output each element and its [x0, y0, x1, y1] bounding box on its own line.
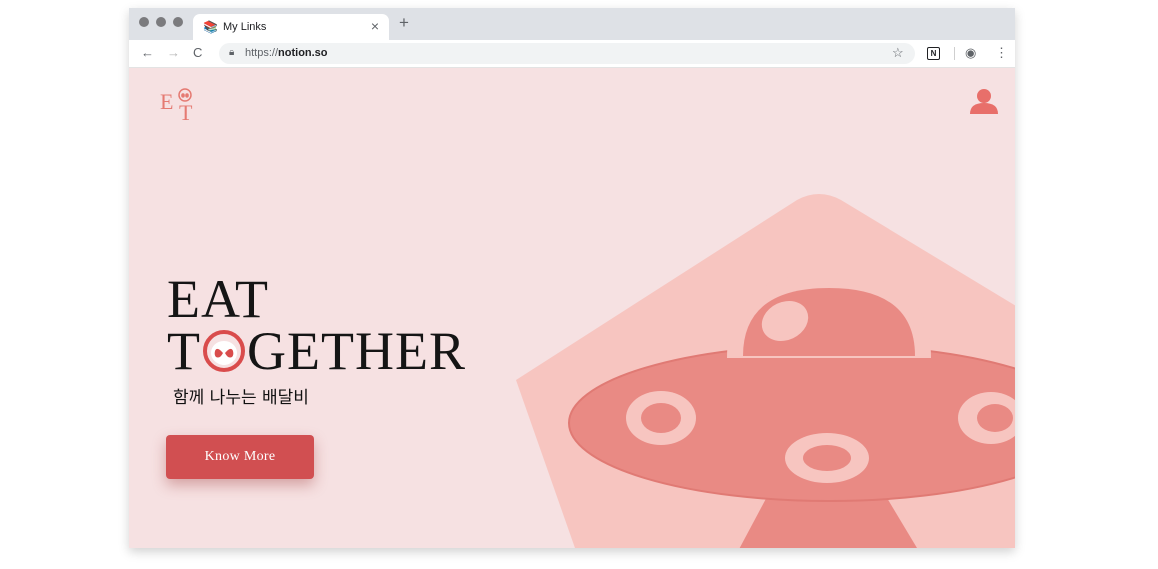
browser-toolbar: ← → C 🔒︎ https://notion.so ☆ N ◉ ⋮: [129, 40, 1015, 68]
toolbar-divider: [954, 47, 955, 60]
hero-title-line-1: EAT: [167, 269, 269, 329]
svg-text:E: E: [160, 89, 173, 114]
books-favicon-icon: 📚: [203, 20, 218, 34]
alien-face-icon: [203, 330, 245, 372]
new-tab-button[interactable]: +: [399, 13, 409, 33]
url-text: https://notion.so: [245, 47, 328, 59]
reload-button[interactable]: C: [193, 45, 202, 61]
tab-strip: 📚 My Links × +: [129, 8, 1015, 40]
tab-title: My Links: [223, 21, 267, 33]
menu-kebab-icon[interactable]: ⋮: [995, 45, 1008, 61]
tab-close-icon[interactable]: ×: [371, 18, 379, 34]
know-more-button[interactable]: Know More: [166, 435, 314, 479]
ufo-port-left-inner: [641, 403, 681, 433]
window-minimize-button[interactable]: [156, 17, 166, 27]
ufo-port-center-inner: [803, 445, 851, 471]
hero-title-line-2: T GETHER: [167, 321, 466, 381]
account-icon[interactable]: ◉: [965, 45, 976, 61]
address-bar[interactable]: 🔒︎ https://notion.so: [219, 43, 915, 64]
window-zoom-button[interactable]: [173, 17, 183, 27]
window-close-button[interactable]: [139, 17, 149, 27]
svg-text:T: T: [179, 100, 193, 124]
ufo-port-right-inner: [977, 404, 1013, 432]
back-button[interactable]: ←: [141, 45, 154, 61]
browser-window: 📚 My Links × + ← → C 🔒︎ https://notion.s…: [129, 8, 1015, 548]
bookmark-star-icon[interactable]: ☆: [892, 45, 904, 61]
page-content: E T EAT T GETHER 함께 나누는 배달비 Know More: [129, 68, 1015, 548]
hero-title: EAT T GETHER: [167, 269, 466, 381]
notion-extension-icon[interactable]: N: [927, 47, 940, 60]
user-profile-icon[interactable]: [969, 88, 999, 114]
lock-icon: 🔒︎: [229, 47, 235, 58]
forward-button[interactable]: →: [167, 45, 180, 61]
tab-my-links[interactable]: 📚 My Links ×: [193, 14, 389, 40]
hero-subtitle: 함께 나누는 배달비: [173, 388, 309, 408]
et-logo[interactable]: E T: [159, 84, 199, 124]
